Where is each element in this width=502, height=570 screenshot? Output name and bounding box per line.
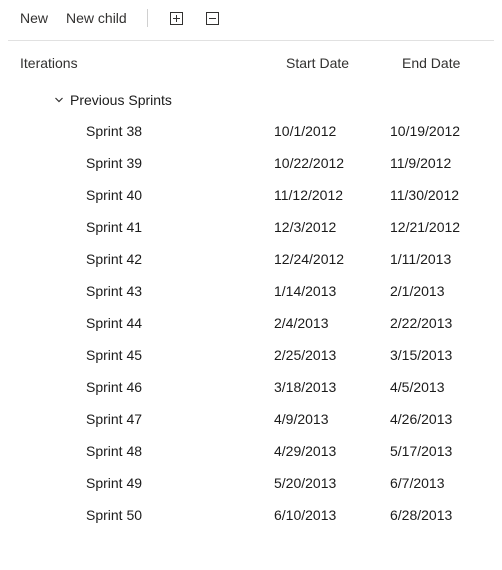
group-row-previous-sprints[interactable]: Previous Sprints [8, 85, 494, 115]
table-row[interactable]: Sprint 463/18/20134/5/2013 [8, 371, 494, 403]
iteration-start-date: 11/12/2012 [274, 187, 390, 203]
plus-box-icon [170, 12, 183, 25]
iteration-start-date: 5/20/2013 [274, 475, 390, 491]
group-label: Previous Sprints [70, 92, 172, 108]
table-row[interactable]: Sprint 4112/3/201212/21/2012 [8, 211, 494, 243]
iteration-end-date: 6/7/2013 [390, 475, 494, 491]
iteration-end-date: 11/9/2012 [390, 155, 494, 171]
table-row[interactable]: Sprint 4212/24/20121/11/2013 [8, 243, 494, 275]
column-header-row: Iterations Start Date End Date [8, 41, 494, 85]
toolbar-separator [147, 9, 148, 27]
new-button[interactable]: New [20, 8, 48, 28]
iteration-name: Sprint 44 [8, 315, 274, 331]
expand-all-button[interactable] [168, 9, 186, 27]
iteration-end-date: 12/21/2012 [390, 219, 494, 235]
iteration-end-date: 6/28/2013 [390, 507, 494, 523]
iteration-end-date: 3/15/2013 [390, 347, 494, 363]
iteration-start-date: 1/14/2013 [274, 283, 390, 299]
iteration-name: Sprint 48 [8, 443, 274, 459]
iteration-start-date: 10/1/2012 [274, 123, 390, 139]
iteration-name: Sprint 50 [8, 507, 274, 523]
toolbar: New New child [0, 0, 502, 40]
collapse-all-button[interactable] [204, 9, 222, 27]
iteration-name: Sprint 47 [8, 411, 274, 427]
iteration-name: Sprint 45 [8, 347, 274, 363]
iteration-name: Sprint 43 [8, 283, 274, 299]
iteration-start-date: 6/10/2013 [274, 507, 390, 523]
table-row[interactable]: Sprint 495/20/20136/7/2013 [8, 467, 494, 499]
table-row[interactable]: Sprint 442/4/20132/22/2013 [8, 307, 494, 339]
iteration-start-date: 12/24/2012 [274, 251, 390, 267]
chevron-down-icon [54, 95, 64, 105]
iteration-start-date: 10/22/2012 [274, 155, 390, 171]
iteration-end-date: 4/5/2013 [390, 379, 494, 395]
table-row[interactable]: Sprint 452/25/20133/15/2013 [8, 339, 494, 371]
table-row[interactable]: Sprint 484/29/20135/17/2013 [8, 435, 494, 467]
column-header-end-date[interactable]: End Date [402, 55, 482, 71]
iterations-grid: Iterations Start Date End Date Previous … [0, 41, 502, 531]
iteration-end-date: 1/11/2013 [390, 251, 494, 267]
iteration-start-date: 4/9/2013 [274, 411, 390, 427]
iteration-name: Sprint 42 [8, 251, 274, 267]
iteration-start-date: 4/29/2013 [274, 443, 390, 459]
iteration-name: Sprint 49 [8, 475, 274, 491]
iteration-name: Sprint 38 [8, 123, 274, 139]
iteration-name: Sprint 39 [8, 155, 274, 171]
table-row[interactable]: Sprint 3810/1/201210/19/2012 [8, 115, 494, 147]
new-child-button[interactable]: New child [66, 8, 127, 28]
iteration-start-date: 12/3/2012 [274, 219, 390, 235]
iteration-end-date: 2/22/2013 [390, 315, 494, 331]
iteration-start-date: 3/18/2013 [274, 379, 390, 395]
iteration-name: Sprint 41 [8, 219, 274, 235]
minus-box-icon [206, 12, 219, 25]
iteration-end-date: 10/19/2012 [390, 123, 494, 139]
iteration-name: Sprint 46 [8, 379, 274, 395]
iteration-end-date: 11/30/2012 [390, 187, 494, 203]
table-row[interactable]: Sprint 4011/12/201211/30/2012 [8, 179, 494, 211]
table-row[interactable]: Sprint 474/9/20134/26/2013 [8, 403, 494, 435]
iteration-start-date: 2/25/2013 [274, 347, 390, 363]
iteration-end-date: 4/26/2013 [390, 411, 494, 427]
column-header-iterations[interactable]: Iterations [20, 55, 286, 71]
iteration-end-date: 2/1/2013 [390, 283, 494, 299]
iteration-end-date: 5/17/2013 [390, 443, 494, 459]
iteration-start-date: 2/4/2013 [274, 315, 390, 331]
table-row[interactable]: Sprint 3910/22/201211/9/2012 [8, 147, 494, 179]
table-row[interactable]: Sprint 506/10/20136/28/2013 [8, 499, 494, 531]
column-header-start-date[interactable]: Start Date [286, 55, 402, 71]
iteration-name: Sprint 40 [8, 187, 274, 203]
table-row[interactable]: Sprint 431/14/20132/1/2013 [8, 275, 494, 307]
